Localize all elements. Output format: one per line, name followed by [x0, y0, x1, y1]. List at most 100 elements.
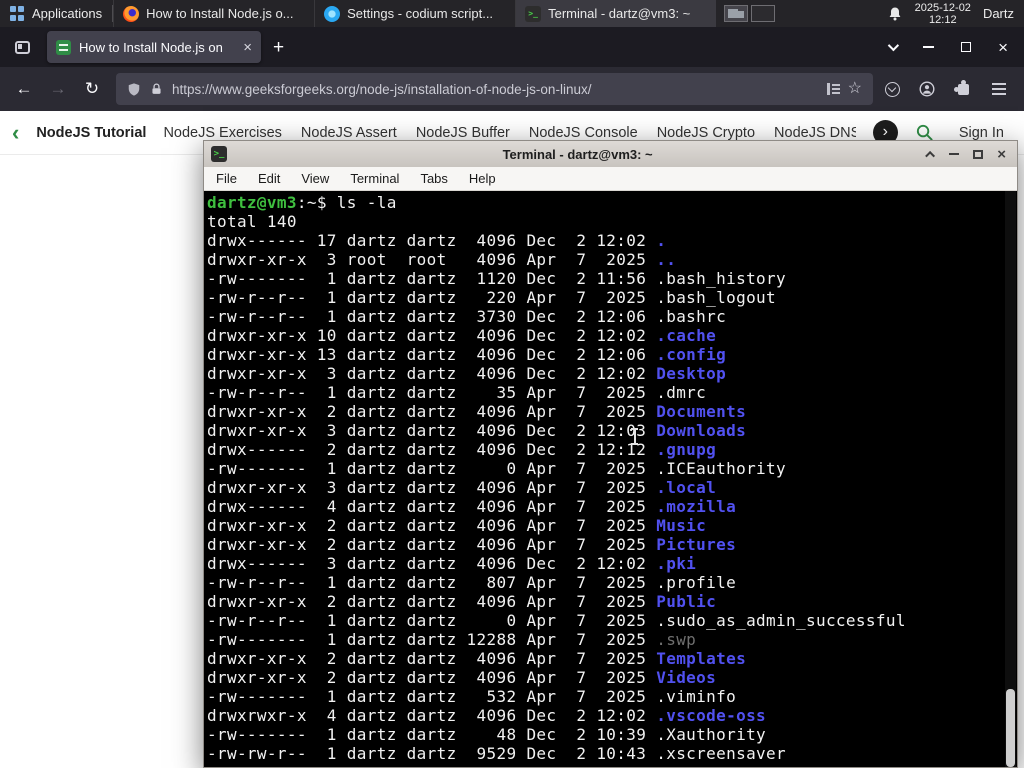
terminal-line: drwxr-xr-x 3 dartz dartz 4096 Dec 2 12:0… [207, 364, 727, 383]
workspace-pager [724, 5, 776, 22]
taskbar-item-label: Terminal - dartz@vm3: ~ [548, 6, 691, 21]
url-bar[interactable]: https://www.geeksforgeeks.org/node-js/in… [116, 73, 873, 105]
site-nav-links: NodeJS Exercises NodeJS Assert NodeJS Buff… [163, 125, 855, 141]
applications-icon [10, 6, 25, 21]
terminal-shade-button[interactable] [925, 150, 936, 161]
text-cursor [630, 428, 639, 445]
taskbar-item-label: Settings - codium script... [347, 6, 494, 21]
workspace-1[interactable] [724, 5, 749, 22]
terminal-line: drwxr-xr-x 13 dartz dartz 4096 Dec 2 12:… [207, 345, 727, 364]
terminal-line: -rw-r--r-- 1 dartz dartz 807 Apr 7 2025 … [207, 573, 737, 592]
taskbar-item-label: How to Install Node.js o... [146, 6, 294, 21]
terminal-minimize-button[interactable] [949, 153, 960, 155]
applications-label: Applications [32, 6, 103, 21]
terminal-menu-edit[interactable]: Edit [258, 171, 280, 186]
terminal-menu-tabs[interactable]: Tabs [420, 171, 447, 186]
terminal-menu-view[interactable]: View [301, 171, 329, 186]
notification-bell-icon[interactable] [887, 6, 903, 22]
terminal-body[interactable]: dartz@vm3:~$ ls -la total 140 drwx------ 1… [204, 191, 1017, 767]
terminal-line: -rw------- 1 dartz dartz 48 Dec 2 10:39 … [207, 725, 767, 744]
toolbar-icons [881, 79, 1016, 99]
terminal-line: dartz@vm3:~$ ls -la [207, 193, 397, 212]
account-icon[interactable] [919, 81, 935, 97]
task-list: How to Install Node.js o... Settings - co… [113, 0, 717, 27]
tracking-shield-icon[interactable] [127, 82, 141, 97]
user-label: Dartz [982, 6, 1014, 21]
terminal-menu-terminal[interactable]: Terminal [350, 171, 399, 186]
terminal-line: -rw-rw-r-- 1 dartz dartz 9529 Dec 2 10:4… [207, 744, 787, 763]
terminal-line: drwxr-xr-x 2 dartz dartz 4096 Apr 7 2025… [207, 535, 737, 554]
terminal-menu-help[interactable]: Help [469, 171, 496, 186]
terminal-maximize-button[interactable] [973, 149, 984, 159]
codium-icon [324, 5, 341, 22]
site-nav-title[interactable]: NodeJS Tutorial [36, 125, 146, 141]
terminal-line: drwxr-xr-x 2 dartz dartz 4096 Apr 7 2025… [207, 668, 717, 687]
terminal-line: drwx------ 4 dartz dartz 4096 Apr 7 2025… [207, 497, 737, 516]
close-button[interactable]: × [998, 39, 1008, 56]
tab-bar: How to Install Node.js on × + × [0, 27, 1024, 67]
workspace-2[interactable] [751, 5, 776, 22]
extensions-icon[interactable] [954, 79, 969, 95]
site-nav-link[interactable]: NodeJS DNS [774, 125, 856, 141]
terminal-titlebar[interactable]: >_ Terminal - dartz@vm3: ~ × [204, 141, 1017, 167]
terminal-app-icon: >_ [211, 146, 227, 162]
tab-title: How to Install Node.js on [79, 39, 223, 55]
terminal-window: >_ Terminal - dartz@vm3: ~ × File Edit Vie… [203, 140, 1018, 768]
site-favicon [56, 39, 71, 55]
panel-clock[interactable]: 2025-12-02 12:12 [915, 2, 971, 26]
reload-button[interactable]: ↻ [76, 73, 108, 105]
terminal-scrollbar[interactable] [1005, 191, 1016, 767]
menu-hamburger-icon[interactable] [992, 83, 1006, 85]
site-nav-link[interactable]: NodeJS Exercises [163, 125, 281, 141]
reader-mode-icon[interactable] [826, 83, 840, 95]
site-nav-link[interactable]: NodeJS Assert [301, 125, 397, 141]
terminal-scrollbar-thumb[interactable] [1006, 689, 1015, 767]
navigation-toolbar: ← → ↻ https://www.geeksforgeeks.org/node… [0, 67, 1024, 111]
site-nav-link[interactable]: NodeJS Console [529, 125, 638, 141]
terminal-line: drwxr-xr-x 3 dartz dartz 4096 Apr 7 2025… [207, 478, 717, 497]
lock-icon[interactable] [150, 82, 163, 96]
browser-tab[interactable]: How to Install Node.js on × [47, 31, 261, 63]
terminal-line: -rw------- 1 dartz dartz 1120 Dec 2 11:5… [207, 269, 787, 288]
tab-close-button[interactable]: × [243, 40, 252, 55]
terminal-line: drwxr-xr-x 3 root root 4096 Apr 7 2025 .… [207, 250, 677, 269]
nav-scroll-left-icon[interactable]: ‹ [12, 121, 19, 144]
terminal-line: total 140 [207, 212, 297, 231]
new-tab-button[interactable]: + [273, 38, 284, 57]
firefox-icon [123, 5, 140, 22]
window-controls: × [887, 39, 1024, 56]
terminal-menu-file[interactable]: File [216, 171, 237, 186]
terminal-title: Terminal - dartz@vm3: ~ [502, 146, 653, 162]
site-nav-link[interactable]: NodeJS Crypto [657, 125, 755, 141]
list-tabs-chevron-icon[interactable] [887, 39, 900, 52]
terminal-line: drwx------ 2 dartz dartz 4096 Dec 2 12:1… [207, 440, 717, 459]
forward-button[interactable]: → [42, 73, 74, 105]
terminal-line: -rw-r--r-- 1 dartz dartz 35 Apr 7 2025 .… [207, 383, 707, 402]
terminal-output: dartz@vm3:~$ ls -la total 140 drwx------ 1… [207, 193, 1001, 763]
terminal-close-button[interactable]: × [997, 147, 1006, 162]
terminal-line: -rw------- 1 dartz dartz 12288 Apr 7 202… [207, 630, 697, 649]
bookmark-star-icon[interactable]: ☆ [848, 81, 862, 97]
terminal-line: -rw-r--r-- 1 dartz dartz 3730 Dec 2 12:0… [207, 307, 727, 326]
terminal-menubar: File Edit View Terminal Tabs Help [204, 167, 1017, 191]
terminal-line: drwxr-xr-x 2 dartz dartz 4096 Apr 7 2025… [207, 516, 707, 535]
clock-date: 2025-12-02 [914, 1, 971, 14]
pocket-icon[interactable] [885, 81, 900, 97]
url-text[interactable]: https://www.geeksforgeeks.org/node-js/in… [172, 82, 818, 97]
taskbar-item-codium[interactable]: Settings - codium script... [314, 0, 515, 27]
site-nav-link[interactable]: NodeJS Buffer [416, 125, 510, 141]
clock-time: 12:12 [929, 13, 957, 26]
terminal-line: drwxr-xr-x 2 dartz dartz 4096 Apr 7 2025… [207, 649, 747, 668]
applications-menu-button[interactable]: Applications [0, 0, 112, 27]
taskbar-item-firefox[interactable]: How to Install Node.js o... [113, 0, 314, 27]
back-button[interactable]: ← [8, 73, 40, 105]
top-panel: Applications How to Install Node.js o...… [0, 0, 1024, 27]
terminal-line: drwx------ 3 dartz dartz 4096 Dec 2 12:0… [207, 554, 697, 573]
terminal-line: drwxrwxr-x 4 dartz dartz 4096 Dec 2 12:0… [207, 706, 767, 725]
minimize-button[interactable] [923, 46, 935, 48]
maximize-button[interactable] [961, 42, 972, 52]
taskbar-item-terminal[interactable]: >_ Terminal - dartz@vm3: ~ [515, 0, 717, 27]
terminal-icon: >_ [525, 5, 542, 22]
terminal-line: drwxr-xr-x 10 dartz dartz 4096 Dec 2 12:… [207, 326, 717, 345]
firefox-view-icon[interactable] [15, 40, 30, 54]
